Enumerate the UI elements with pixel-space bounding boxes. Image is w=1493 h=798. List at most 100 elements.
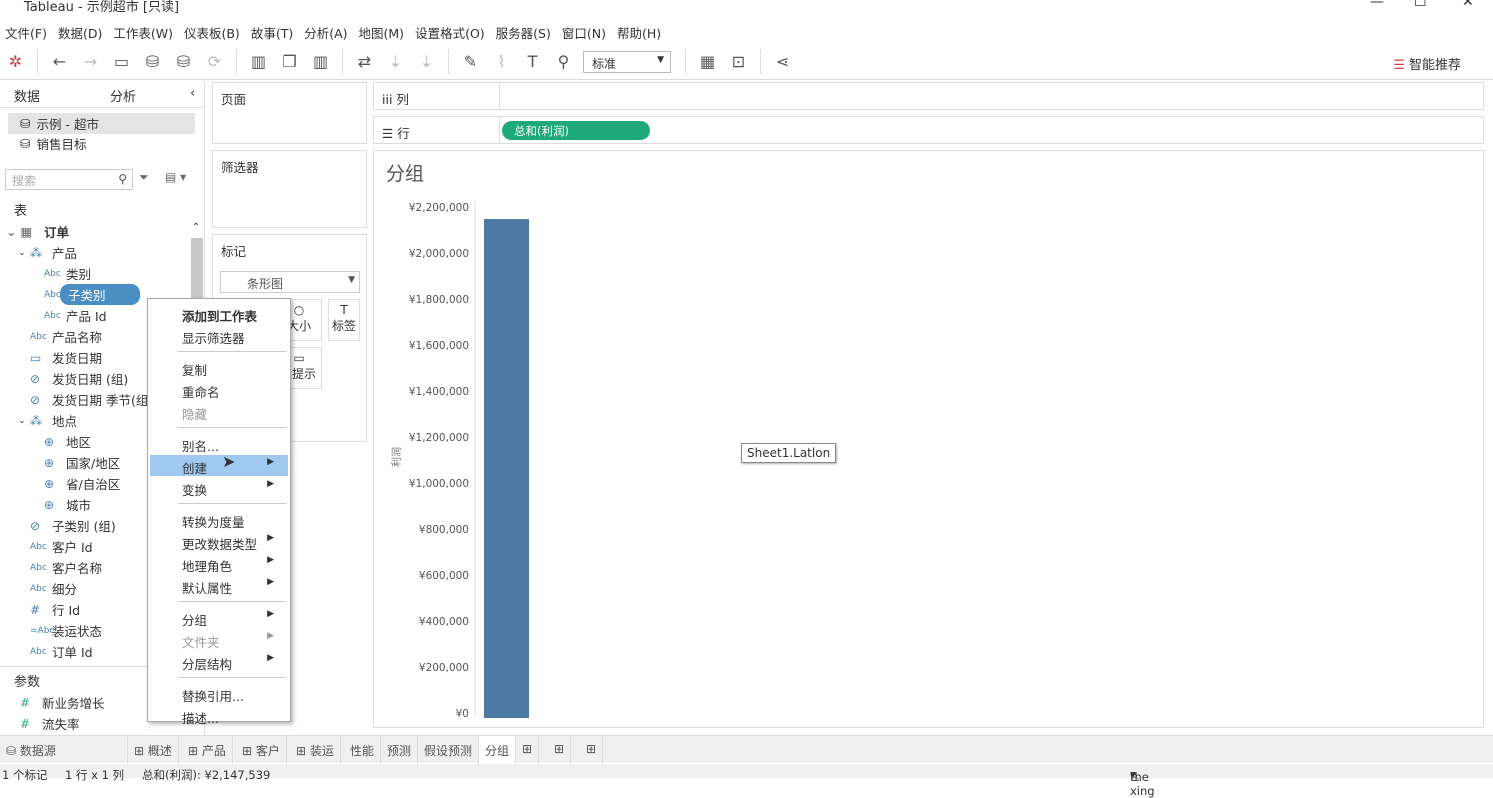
menu-item[interactable]: 文件(F) bbox=[0, 20, 53, 42]
back-icon[interactable]: ← bbox=[47, 52, 72, 71]
swap-icon[interactable]: ⇄ bbox=[352, 52, 377, 71]
context-menu-item[interactable]: 默认属性 ▶ bbox=[150, 575, 288, 596]
presentation-icon[interactable]: ⊡ bbox=[726, 52, 751, 71]
field-item[interactable]: Abc 订单 Id bbox=[30, 641, 93, 662]
maximize-button[interactable]: ☐ bbox=[1414, 0, 1427, 10]
new-dashboard-icon[interactable]: ⊞ bbox=[548, 736, 572, 764]
filters-card[interactable]: 筛选器 bbox=[212, 150, 367, 228]
save-icon[interactable]: ▭ bbox=[109, 52, 134, 71]
field-item[interactable]: =Abc 装运状态 bbox=[30, 620, 102, 641]
field-item[interactable]: ⊕ 省/自治区 bbox=[44, 473, 120, 494]
field-item[interactable]: Abc 产品名称 bbox=[30, 326, 102, 347]
context-menu-item[interactable]: 更改数据类型 ▶ bbox=[150, 531, 288, 552]
rows-shelf[interactable]: ☰ 行 总和(利润) bbox=[373, 116, 1484, 144]
pages-card[interactable]: 页面 bbox=[212, 82, 367, 144]
label-button[interactable]: T 标签 bbox=[328, 299, 360, 341]
show-cards-icon[interactable]: ▦ bbox=[695, 52, 720, 71]
label-icon[interactable]: T bbox=[520, 52, 545, 71]
fit-select[interactable]: 标准 ▼ bbox=[583, 50, 671, 73]
minimize-button[interactable]: — bbox=[1370, 0, 1384, 10]
group-icon[interactable]: ⌇ bbox=[489, 52, 514, 71]
tab-sheet[interactable]: 预测 bbox=[381, 736, 419, 764]
context-menu-item[interactable]: 分组 ▶ bbox=[150, 607, 288, 628]
close-button[interactable]: ✕ bbox=[1462, 0, 1474, 10]
search-input[interactable]: 搜索 ⚲ bbox=[5, 169, 133, 190]
menu-item[interactable]: 分析(A) bbox=[299, 20, 353, 42]
share-icon[interactable]: ⋖ bbox=[770, 52, 795, 71]
tab-sheet[interactable]: ⊞ 客户 bbox=[236, 736, 287, 764]
user-menu[interactable]: ♙ the xing ▾ bbox=[1130, 767, 1155, 798]
menu-item[interactable]: 工作表(W) bbox=[108, 20, 179, 42]
new-worksheet-icon[interactable]: ▥ bbox=[246, 52, 271, 71]
context-menu-item[interactable]: 添加到工作表 bbox=[150, 303, 288, 324]
sort-desc-icon[interactable]: ⇣ bbox=[414, 52, 439, 71]
clear-sheet-icon[interactable]: ▥ bbox=[308, 52, 333, 71]
field-item[interactable]: ▭ 发货日期 bbox=[30, 347, 102, 368]
duplicate-sheet-icon[interactable]: ❐ bbox=[277, 52, 302, 71]
expand-icon[interactable]: ⌄ bbox=[18, 248, 26, 258]
field-item[interactable]: Abc 细分 bbox=[30, 578, 77, 599]
context-menu-item[interactable]: 描述... bbox=[150, 705, 288, 726]
sort-asc-icon[interactable]: ⇣ bbox=[383, 52, 408, 71]
tab-analysis[interactable]: 分析 bbox=[110, 86, 136, 105]
context-menu-item[interactable]: 变换 ▶ bbox=[150, 477, 288, 498]
tab-sheet[interactable]: ⊞ 概述 bbox=[128, 736, 179, 764]
menu-item[interactable]: 仪表板(B) bbox=[179, 20, 246, 42]
datasource-item[interactable]: ⛁ 示例 - 超市 bbox=[8, 113, 195, 134]
menu-item[interactable]: 帮助(H) bbox=[612, 20, 667, 42]
tableau-logo-icon[interactable]: ✲ bbox=[3, 52, 28, 71]
columns-shelf[interactable]: iii 列 bbox=[373, 82, 1484, 110]
tab-datasource[interactable]: ⛁ 数据源 bbox=[0, 736, 128, 764]
menu-item[interactable]: 窗口(N) bbox=[557, 20, 612, 42]
context-menu-item[interactable]: 创建 ▶ bbox=[150, 455, 288, 476]
pin-icon[interactable]: ⚲ bbox=[551, 52, 576, 71]
collapse-icon[interactable]: ‹ bbox=[190, 86, 195, 101]
scroll-up-icon[interactable]: ⌃ bbox=[192, 222, 200, 233]
context-menu-item[interactable]: 替换引用... bbox=[150, 683, 288, 704]
field-item[interactable]: ⊘ 发货日期 (组) bbox=[30, 368, 128, 389]
context-menu-item[interactable]: 分层结构 ▶ bbox=[150, 651, 288, 672]
context-menu-item[interactable]: 转换为度量 bbox=[150, 509, 288, 530]
tab-sheet[interactable]: 假设预测 bbox=[418, 736, 480, 764]
field-item[interactable]: ⊘ 发货日期 季节(组) bbox=[30, 389, 153, 410]
show-me-button[interactable]: ☰ 智能推荐 bbox=[1393, 54, 1461, 73]
context-menu-item[interactable]: 复制 bbox=[150, 357, 288, 378]
tab-data[interactable]: 数据 bbox=[14, 86, 40, 105]
field-item[interactable]: Abc 子类别 bbox=[44, 284, 140, 305]
field-item[interactable]: Abc 客户名称 bbox=[30, 557, 102, 578]
new-story-icon[interactable]: ⊞ bbox=[580, 736, 604, 764]
field-item[interactable]: Abc 产品 Id bbox=[44, 305, 107, 326]
field-item[interactable]: # 行 Id bbox=[30, 599, 80, 620]
field-item[interactable]: ⊘ 子类别 (组) bbox=[30, 515, 116, 536]
datasource-item[interactable]: ⛁ 销售目标 bbox=[20, 133, 87, 154]
bar[interactable] bbox=[484, 219, 529, 718]
highlight-icon[interactable]: ✎ bbox=[458, 52, 483, 71]
param-item[interactable]: # 新业务增长 bbox=[20, 692, 105, 713]
menu-item[interactable]: 地图(M) bbox=[354, 20, 411, 42]
field-item[interactable]: ⌄ ⁂ 地点 bbox=[18, 410, 77, 431]
mark-type-select[interactable]: 条形图 ▼ bbox=[220, 271, 360, 293]
menu-item[interactable]: 服务器(S) bbox=[491, 20, 557, 42]
field-item[interactable]: Abc 类别 bbox=[44, 263, 91, 284]
pause-updates-icon[interactable]: ⛁ bbox=[171, 52, 196, 71]
tab-sheet[interactable]: 分组 bbox=[479, 736, 517, 764]
view-options-icon[interactable]: ▤ ▾ bbox=[165, 170, 186, 184]
menu-item[interactable]: 设置格式(O) bbox=[410, 20, 491, 42]
field-item[interactable]: ⊕ 国家/地区 bbox=[44, 452, 120, 473]
field-item[interactable]: ⊕ 城市 bbox=[44, 494, 91, 515]
new-worksheet-icon[interactable]: ⊞ bbox=[516, 736, 540, 764]
field-item[interactable]: ⊕ 地区 bbox=[44, 431, 91, 452]
field-item[interactable]: ⌄ ⁂ 产品 bbox=[18, 242, 77, 263]
expand-icon[interactable]: ⌄ bbox=[18, 416, 26, 426]
context-menu-item[interactable]: 显示筛选器 bbox=[150, 325, 288, 346]
context-menu-item[interactable]: 别名... bbox=[150, 433, 288, 454]
forward-icon[interactable]: → bbox=[78, 52, 103, 71]
new-datasource-icon[interactable]: ⛁ bbox=[140, 52, 165, 71]
tab-sheet[interactable]: ⊞ 产品 bbox=[182, 736, 233, 764]
context-menu-item[interactable]: 重命名 bbox=[150, 379, 288, 400]
context-menu-item[interactable]: 地理角色 ▶ bbox=[150, 553, 288, 574]
menu-item[interactable]: 故事(T) bbox=[246, 20, 299, 42]
table-orders[interactable]: ⌄ ▦ 订单 bbox=[6, 221, 69, 242]
field-item[interactable]: Abc 客户 Id bbox=[30, 536, 93, 557]
row-pill[interactable]: 总和(利润) bbox=[502, 121, 650, 140]
